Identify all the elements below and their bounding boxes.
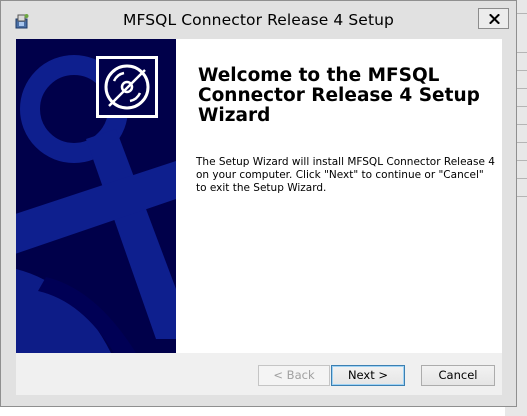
cd-disc-icon [96, 56, 158, 118]
wizard-banner [16, 39, 176, 353]
next-button[interactable]: Next > [331, 365, 405, 386]
cancel-button[interactable]: Cancel [421, 365, 495, 386]
setup-dialog: MFSQL Connector Release 4 Setup Welcome … [0, 0, 517, 407]
close-button[interactable] [478, 8, 509, 29]
welcome-description: The Setup Wizard will install MFSQL Conn… [196, 156, 495, 194]
welcome-heading: Welcome to the MFSQL Connector Release 4… [198, 65, 480, 126]
window-title: MFSQL Connector Release 4 Setup [123, 11, 394, 29]
wizard-content: Welcome to the MFSQL Connector Release 4… [16, 39, 502, 353]
back-button[interactable]: < Back [258, 365, 330, 386]
close-icon [489, 14, 500, 24]
title-bar[interactable]: MFSQL Connector Release 4 Setup [1, 1, 516, 39]
button-bar: < Back Next > Cancel [16, 353, 502, 395]
